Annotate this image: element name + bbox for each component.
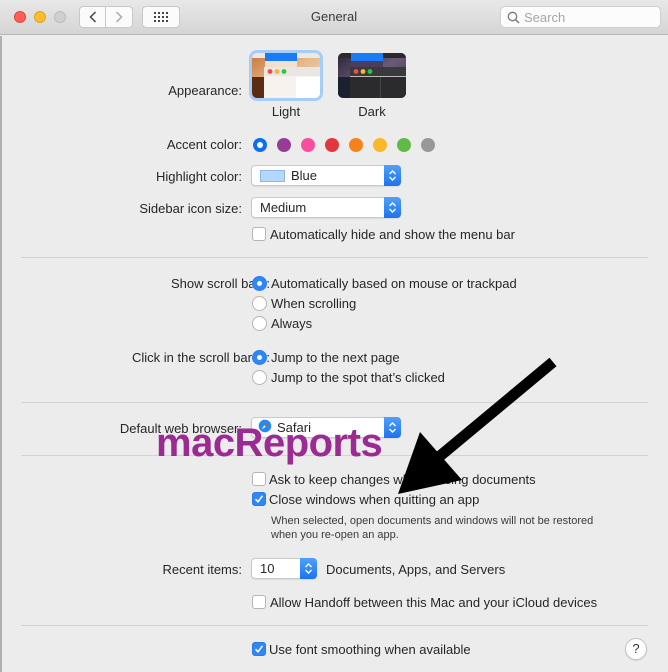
sidebar-icon-size-popup[interactable]: Medium [251,197,401,218]
menubar-autohide-checkbox[interactable] [252,227,266,241]
highlight-color-value: Blue [291,168,318,183]
search-input[interactable] [524,9,654,25]
close-windows-checkbox[interactable] [252,492,266,506]
close-windows-note-line2: when you re-open an app. [271,529,399,541]
popup-stepper-icon [384,417,401,438]
font-smoothing-label: Use font smoothing when available [269,642,471,657]
font-smoothing-checkbox[interactable] [252,642,266,656]
popup-stepper-icon [300,558,317,579]
section-divider [21,625,648,626]
scroll-bars-always-label: Always [271,316,313,331]
appearance-dark-label: Dark [358,104,386,119]
accent-color-graphite[interactable] [421,138,435,152]
default-browser-label: Default web browser: [119,421,242,436]
recent-items-value: 10 [260,561,275,576]
search-icon [507,11,520,23]
click-scroll-spot-label: Jump to the spot that’s clicked [271,370,445,385]
title-bar: General [0,0,668,35]
accent-color-label: Accent color: [166,137,242,152]
scroll-bars-auto-label: Automatically based on mouse or trackpad [271,276,517,291]
safari-icon [258,419,272,436]
recent-items-popup[interactable]: 10 [251,558,317,579]
highlight-color-swatch [260,169,285,182]
appearance-dark-option[interactable] [338,53,406,98]
popup-stepper-icon [384,197,401,218]
click-scroll-bar-label: Click in the scroll bar to: [132,350,270,365]
scroll-bars-scrolling-radio[interactable] [252,296,267,311]
sidebar-icon-size-label: Sidebar icon size: [139,201,242,216]
menubar-autohide-label: Automatically hide and show the menu bar [270,227,515,242]
checkmark-icon [254,495,264,504]
accent-color-yellow[interactable] [373,138,387,152]
scroll-bars-scrolling-label: When scrolling [271,296,357,311]
highlight-color-popup[interactable]: Blue [251,165,401,186]
dark-appearance-thumbnail [338,53,406,98]
light-appearance-thumbnail [252,53,320,98]
accent-color-purple[interactable] [277,138,291,152]
accent-color-blue[interactable] [253,138,267,152]
accent-color-pink[interactable] [301,138,315,152]
accent-color-orange[interactable] [349,138,363,152]
scroll-bars-auto-radio[interactable] [252,276,267,291]
default-browser-popup[interactable]: Safari [251,417,401,438]
highlight-color-label: Highlight color: [156,169,242,184]
click-scroll-spot-radio[interactable] [252,370,267,385]
click-scroll-next-page-radio[interactable] [252,350,267,365]
section-divider [21,257,648,258]
handoff-checkbox[interactable] [252,595,266,609]
section-divider [21,455,648,456]
checkmark-icon [254,645,264,654]
section-divider [21,402,648,403]
accent-color-green[interactable] [397,138,411,152]
handoff-label: Allow Handoff between this Mac and your … [270,595,598,610]
recent-items-label: Recent items: [162,562,242,577]
ask-keep-changes-label: Ask to keep changes when closing documen… [269,472,536,487]
popup-stepper-icon [384,165,401,186]
default-browser-value: Safari [277,420,311,435]
close-windows-label: Close windows when quitting an app [269,492,480,507]
appearance-light-option[interactable] [252,53,320,98]
ask-keep-changes-checkbox[interactable] [252,472,266,486]
click-scroll-next-page-label: Jump to the next page [271,350,400,365]
search-field[interactable] [500,6,661,28]
accent-color-red[interactable] [325,138,339,152]
appearance-label: Appearance: [168,83,242,98]
help-button[interactable]: ? [625,638,647,660]
close-windows-note-line1: When selected, open documents and window… [271,515,594,527]
appearance-light-label: Light [271,104,301,119]
sidebar-icon-size-value: Medium [260,200,307,215]
scroll-bars-always-radio[interactable] [252,316,267,331]
recent-items-suffix: Documents, Apps, and Servers [326,562,506,577]
show-scroll-bars-label: Show scroll bars: [171,276,270,291]
